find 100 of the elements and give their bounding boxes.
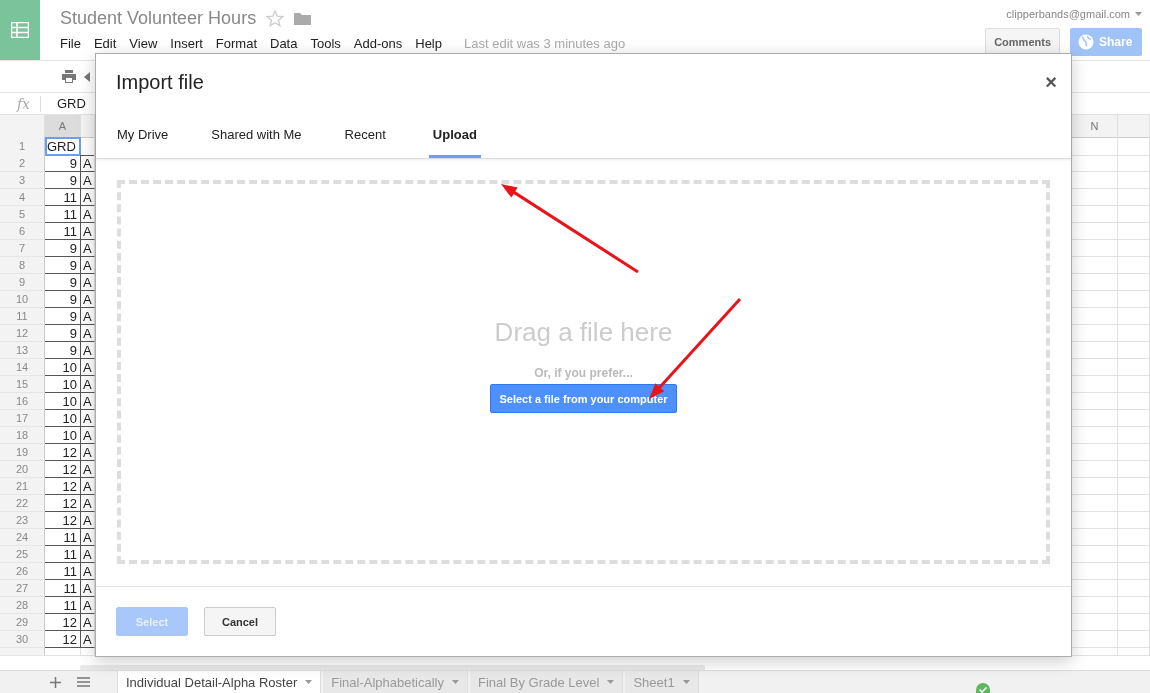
table-cell[interactable]: 12 (45, 512, 81, 529)
table-cell[interactable]: 10 (45, 393, 81, 410)
menu-item[interactable]: View (129, 36, 166, 51)
saved-check-icon (976, 683, 990, 693)
tab[interactable]: Upload (428, 111, 481, 158)
table-cell[interactable] (1118, 427, 1150, 444)
table-cell[interactable] (1118, 342, 1150, 359)
menu-item[interactable]: File (60, 36, 89, 51)
caret-icon (452, 680, 459, 684)
table-cell[interactable]: 9 (45, 274, 81, 291)
table-cell[interactable]: 12 (45, 461, 81, 478)
menu-item[interactable]: Insert (170, 36, 211, 51)
menu-item[interactable]: Data (270, 36, 306, 51)
table-cell[interactable]: 11 (45, 206, 81, 223)
table-cell[interactable]: 12 (45, 631, 81, 648)
globe-icon (1078, 34, 1094, 50)
table-cell[interactable] (1118, 461, 1150, 478)
table-cell[interactable] (1118, 206, 1150, 223)
table-cell[interactable]: 9 (45, 342, 81, 359)
table-cell[interactable] (1118, 410, 1150, 427)
table-cell[interactable] (1118, 137, 1150, 156)
table-cell[interactable] (1118, 308, 1150, 325)
spreadsheet-logo-icon (11, 22, 29, 38)
table-cell[interactable] (1118, 189, 1150, 206)
star-icon[interactable] (266, 9, 285, 27)
comments-button[interactable]: Comments (985, 28, 1060, 55)
table-cell[interactable]: 11 (45, 546, 81, 563)
table-cell[interactable] (1118, 240, 1150, 257)
menu-item[interactable]: Tools (310, 36, 349, 51)
row-number[interactable] (0, 648, 45, 656)
table-cell[interactable] (1118, 325, 1150, 342)
table-cell[interactable] (1118, 257, 1150, 274)
close-button[interactable]: × (1045, 71, 1057, 94)
table-cell[interactable]: 12 (45, 444, 81, 461)
table-cell[interactable] (1118, 546, 1150, 563)
table-cell[interactable]: 12 (45, 614, 81, 631)
table-cell[interactable] (1118, 529, 1150, 546)
table-cell[interactable]: 11 (45, 223, 81, 240)
add-sheet-icon[interactable] (50, 676, 61, 688)
table-cell[interactable]: 10 (45, 427, 81, 444)
corner-cell[interactable] (0, 115, 45, 138)
table-cell[interactable]: 10 (45, 359, 81, 376)
document-title[interactable]: Student Volunteer Hours (60, 7, 257, 29)
table-cell[interactable] (45, 648, 81, 656)
alternative-text: Or, if you prefer... (534, 366, 633, 380)
table-cell[interactable] (1118, 359, 1150, 376)
menu-item[interactable]: Edit (93, 36, 125, 51)
tab[interactable]: My Drive (117, 111, 169, 158)
table-cell[interactable]: 11 (45, 563, 81, 580)
caret-icon (305, 680, 313, 684)
sheet-tab[interactable]: Individual Detail-Alpha Roster (117, 671, 322, 693)
table-cell[interactable]: 12 (45, 495, 81, 512)
print-icon[interactable] (62, 70, 76, 83)
table-cell[interactable] (1118, 614, 1150, 631)
table-cell[interactable]: 10 (45, 376, 81, 393)
table-cell[interactable]: 9 (45, 325, 81, 342)
table-cell[interactable] (1118, 172, 1150, 189)
table-cell[interactable] (1118, 155, 1150, 172)
tab[interactable]: Recent (344, 111, 386, 158)
table-cell[interactable] (1118, 495, 1150, 512)
table-cell[interactable] (1118, 274, 1150, 291)
table-cell[interactable] (1118, 444, 1150, 461)
table-cell[interactable] (1118, 597, 1150, 614)
table-cell[interactable]: 10 (45, 410, 81, 427)
table-cell[interactable]: 9 (45, 240, 81, 257)
table-cell[interactable] (1118, 376, 1150, 393)
table-cell[interactable] (1118, 563, 1150, 580)
table-cell[interactable] (1118, 631, 1150, 648)
table-cell[interactable]: 9 (45, 308, 81, 325)
table-cell[interactable] (1118, 223, 1150, 240)
menu-item[interactable]: Format (215, 36, 265, 51)
table-cell[interactable] (1118, 648, 1150, 656)
sheet-list-icon[interactable] (77, 677, 90, 687)
table-cell[interactable]: 9 (45, 155, 81, 172)
table-cell[interactable]: GRD (45, 137, 81, 156)
table-cell[interactable] (1118, 512, 1150, 529)
tab[interactable]: Shared with Me (211, 111, 302, 158)
table-cell[interactable]: 12 (45, 478, 81, 495)
table-cell[interactable]: 11 (45, 597, 81, 614)
cancel-button[interactable]: Cancel (204, 607, 276, 636)
account-email[interactable]: clipperbands@gmail.com (1006, 8, 1130, 20)
table-cell[interactable]: 11 (45, 529, 81, 546)
folder-icon[interactable] (294, 11, 312, 25)
caret-icon (607, 680, 615, 684)
column-header[interactable] (1118, 115, 1150, 138)
table-cell[interactable]: 11 (45, 580, 81, 597)
table-cell[interactable] (1118, 580, 1150, 597)
menu-item[interactable]: Add-ons (353, 36, 411, 51)
table-cell[interactable] (1118, 291, 1150, 308)
table-cell[interactable]: 9 (45, 257, 81, 274)
menu-item[interactable]: Help (415, 36, 450, 51)
table-cell[interactable]: 11 (45, 189, 81, 206)
dropdown-caret-icon (1135, 12, 1142, 16)
column-header[interactable]: N (1072, 115, 1118, 138)
table-cell[interactable]: 9 (45, 291, 81, 308)
formula-label: fx (0, 95, 41, 112)
table-cell[interactable] (1118, 393, 1150, 410)
table-cell[interactable]: 9 (45, 172, 81, 189)
formula-value[interactable]: GRD (57, 96, 86, 111)
table-cell[interactable] (1118, 478, 1150, 495)
